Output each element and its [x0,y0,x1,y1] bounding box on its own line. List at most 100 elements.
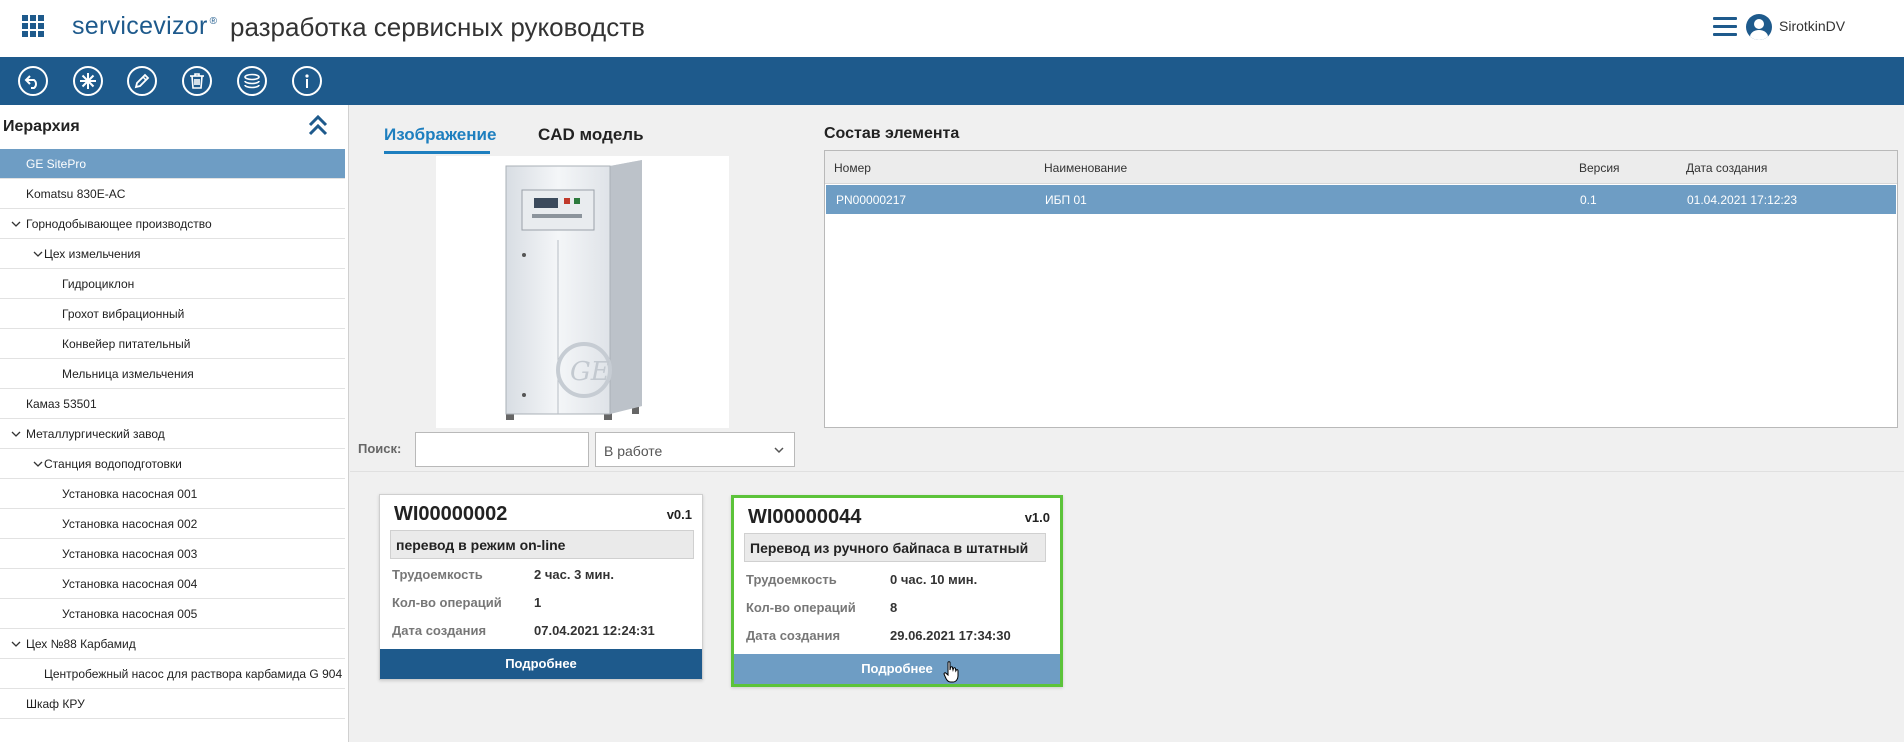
chevron-down-icon[interactable] [33,460,43,468]
chevron-down-icon [774,447,784,454]
undo-arrow-icon [24,75,37,89]
pencil-icon [134,73,150,89]
hamburger-menu-icon[interactable] [1713,17,1737,37]
tree-item-label: Установка насосная 001 [62,487,198,501]
operations-label: Кол-во операций [746,600,856,615]
hand-cursor-icon [943,661,959,683]
info-icon [305,74,309,88]
tree-item-label: GE SitePro [26,157,87,171]
column-header-name[interactable]: Наименование [1044,161,1127,175]
user-avatar-icon[interactable] [1746,14,1772,40]
chevron-down-icon[interactable] [11,430,21,438]
tree-item[interactable]: Мельница измельчения [0,359,345,389]
tree-item[interactable]: Komatsu 830E-AC [0,179,345,209]
details-button[interactable]: Подробнее [734,654,1060,684]
operations-value: 1 [534,595,542,610]
operations-value: 8 [890,600,898,615]
app-header: servicevizor ® разработка сервисных руков… [0,0,1904,57]
tree-item[interactable]: Цех №88 Карбамид [0,629,345,659]
active-tab-indicator [384,151,490,154]
tree-item[interactable]: Горнодобывающее производство [0,209,345,239]
tree-item[interactable]: Установка насосная 002 [0,509,345,539]
cell-version: 0.1 [1580,193,1597,207]
edit-button[interactable] [127,66,157,96]
tree-item[interactable]: Установка насосная 005 [0,599,345,629]
asterisk-icon [80,73,96,89]
tree-item-label: Цех №88 Карбамид [26,637,136,651]
tree-item-label: Камаз 53501 [26,397,97,411]
layers-button[interactable] [237,66,267,96]
tree-item-label: Установка насосная 005 [62,607,198,621]
column-header-version[interactable]: Версия [1579,161,1620,175]
tree-item[interactable]: GE SitePro [0,149,345,179]
card-id: WI00000002 [394,503,508,525]
hierarchy-header: Иерархия [0,105,349,149]
cell-name: ИБП 01 [1045,193,1087,207]
tree-item[interactable]: Станция водоподготовки [0,449,345,479]
work-instruction-card[interactable]: WI00000002 v0.1 перевод в режим on-line … [379,494,703,680]
tree-item-label: Установка насосная 004 [62,577,198,591]
collapse-chevrons-icon[interactable] [306,113,330,139]
tree-item-label: Установка насосная 003 [62,547,198,561]
tab-image[interactable]: Изображение [384,125,496,145]
new-button[interactable] [73,66,103,96]
tree-item[interactable]: Центробежный насос для раствора карбамид… [0,659,345,689]
status-select[interactable]: В работе [595,432,795,467]
tree-item-label: Komatsu 830E-AC [26,187,126,201]
work-instruction-card-highlighted[interactable]: WI00000044 v1.0 Перевод из ручного байпа… [731,495,1063,687]
tree-item-label: Станция водоподготовки [44,457,182,471]
tree-item[interactable]: Металлургический завод [0,419,345,449]
tree-item[interactable]: Цех измельчения [0,239,345,269]
created-value: 29.06.2021 17:34:30 [890,628,1011,643]
delete-button[interactable] [182,66,212,96]
chevron-down-icon[interactable] [33,250,43,258]
tree-item-label: Горнодобывающее производство [26,217,212,231]
tree-item[interactable]: Конвейер питательный [0,329,345,359]
search-input[interactable] [415,432,589,467]
tree-item-label: Установка насосная 002 [62,517,198,531]
app-title: разработка сервисных руководств [230,12,645,42]
svg-text:GE: GE [570,357,610,387]
cell-created: 01.04.2021 17:12:23 [1687,193,1798,207]
apps-grid-icon[interactable] [22,15,44,37]
table-row[interactable]: PN00000217 ИБП 01 0.1 01.04.2021 17:12:2… [826,185,1896,214]
composition-table: Номер Наименование Версия Дата создания … [824,150,1898,428]
chevron-down-icon[interactable] [11,640,21,648]
column-header-created[interactable]: Дата создания [1686,161,1767,175]
card-version: v0.1 [666,507,692,522]
created-value: 07.04.2021 12:24:31 [534,623,655,638]
card-subtitle: перевод в режим on-line [390,530,694,559]
tree-item[interactable]: Установка насосная 004 [0,569,345,599]
card-subtitle: Перевод из ручного байпаса в штатный [744,533,1046,562]
tree-item[interactable]: Установка насосная 003 [0,539,345,569]
labor-label: Трудоемкость [392,567,483,582]
hierarchy-panel: Иерархия GE SitePro Komatsu 830E-AC Горнод… [0,105,349,742]
brand-logo[interactable]: servicevizor ® [72,12,217,41]
info-button[interactable] [292,66,322,96]
details-button[interactable]: Подробнее [380,649,702,679]
tree-item[interactable]: Камаз 53501 [0,389,345,419]
user-name[interactable]: SirotkinDV [1779,18,1845,34]
labor-value: 0 час. 10 мин. [890,572,978,587]
operations-label: Кол-во операций [392,595,502,610]
labor-value: 2 час. 3 мин. [534,567,614,582]
created-label: Дата создания [746,628,841,643]
search-label: Поиск: [358,441,402,456]
column-header-number[interactable]: Номер [834,161,871,175]
tree-item[interactable]: Шкаф КРУ [0,689,345,719]
tree-item-label: Цех измельчения [44,247,141,261]
ups-cabinet-image: GE [505,160,642,420]
tree-item[interactable]: Установка насосная 001 [0,479,345,509]
tab-cad-model[interactable]: CAD модель [538,125,644,145]
tree-item[interactable]: Грохот вибрационный [0,299,345,329]
chevron-down-icon[interactable] [11,220,21,228]
tree-item-label: Шкаф КРУ [26,697,85,711]
toolbar [0,57,1904,105]
labor-label: Трудоемкость [746,572,837,587]
trash-icon [190,73,204,89]
created-label: Дата создания [392,623,487,638]
tree-item[interactable]: Гидроциклон [0,269,345,299]
tree-item-label: Гидроциклон [62,277,135,291]
card-version: v1.0 [1024,510,1050,525]
back-button[interactable] [18,66,48,96]
